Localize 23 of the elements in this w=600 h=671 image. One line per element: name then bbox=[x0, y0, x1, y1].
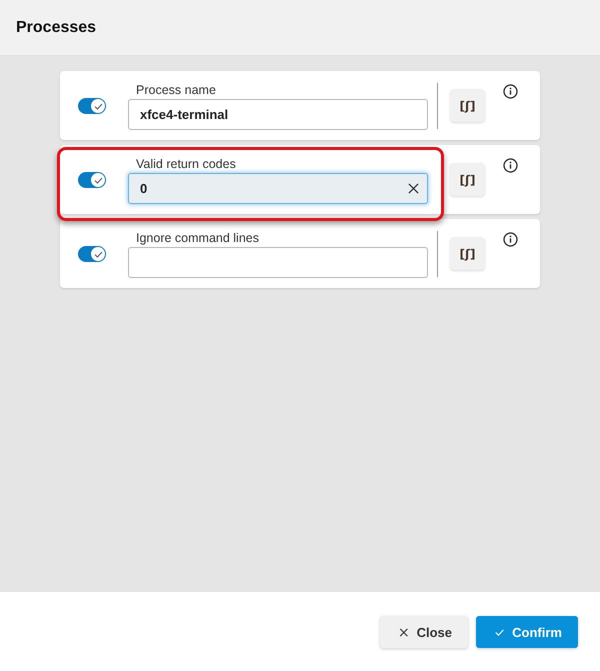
info-icon[interactable] bbox=[503, 232, 518, 247]
check-icon bbox=[495, 626, 504, 638]
info-icon[interactable] bbox=[503, 84, 518, 99]
script-button[interactable]: [ʃ] bbox=[450, 237, 485, 270]
info-icon[interactable] bbox=[503, 158, 518, 173]
text-field[interactable] bbox=[128, 247, 428, 278]
script-button[interactable]: [ʃ] bbox=[450, 89, 485, 122]
clear-icon[interactable] bbox=[408, 183, 419, 194]
close-button[interactable]: Close bbox=[380, 616, 468, 648]
toggle-switch[interactable] bbox=[78, 172, 106, 188]
script-button[interactable]: [ʃ] bbox=[450, 163, 485, 196]
check-icon bbox=[94, 102, 102, 110]
dialog-title: Processes bbox=[16, 18, 96, 36]
check-icon bbox=[94, 250, 102, 258]
field-label: Valid return codes bbox=[136, 156, 237, 173]
text-field[interactable]: xfce4-terminal bbox=[128, 99, 428, 130]
close-icon bbox=[399, 626, 409, 638]
toggle-switch[interactable] bbox=[78, 98, 106, 114]
check-icon bbox=[94, 176, 102, 184]
field-label: Process name bbox=[136, 82, 217, 99]
text-field[interactable]: 0 bbox=[128, 173, 428, 204]
field-label: Ignore command lines bbox=[136, 230, 260, 247]
toggle-switch[interactable] bbox=[78, 246, 106, 262]
